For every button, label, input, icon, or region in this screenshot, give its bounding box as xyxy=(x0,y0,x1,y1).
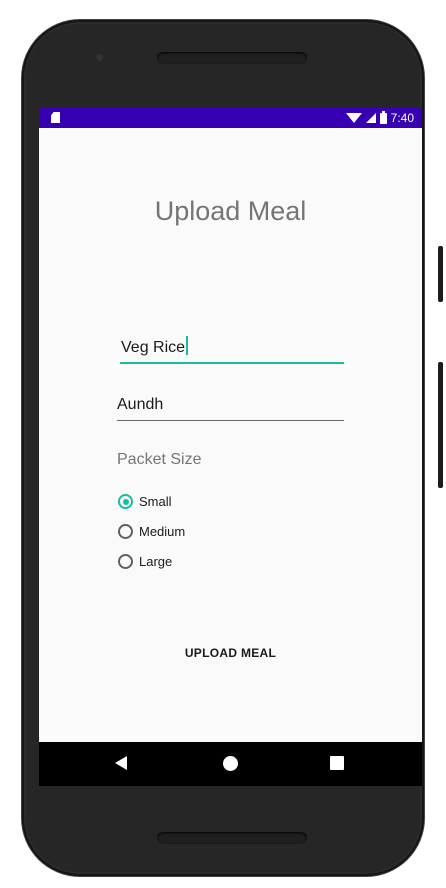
wifi-icon xyxy=(345,113,362,123)
page-title: Upload Meal xyxy=(154,196,307,226)
location-underline xyxy=(117,420,344,421)
top-speaker xyxy=(157,52,307,64)
status-bar: 7:40 xyxy=(39,108,422,128)
volume-button xyxy=(438,246,443,302)
radio-unchecked-icon[interactable] xyxy=(118,554,133,569)
radio-medium-label: Medium xyxy=(139,524,186,539)
radio-large-label: Large xyxy=(139,554,173,569)
radio-small-label: Small xyxy=(139,494,172,509)
navigation-bar xyxy=(39,742,422,786)
app-screen: 7:40 Upload Meal Veg Rice Aundh Packet S… xyxy=(39,108,422,786)
radio-checked-icon[interactable] xyxy=(118,494,133,509)
status-icons: 7:40 xyxy=(345,110,414,126)
text-cursor xyxy=(186,336,188,355)
upload-meal-button[interactable]: UPLOAD MEAL xyxy=(39,646,422,660)
location-field[interactable]: Aundh xyxy=(117,396,344,426)
radio-small[interactable]: Small xyxy=(118,494,172,509)
back-icon[interactable] xyxy=(115,756,127,770)
radio-large[interactable]: Large xyxy=(118,554,172,569)
location-value: Aundh xyxy=(117,396,164,413)
radio-unchecked-icon[interactable] xyxy=(118,524,133,539)
power-button xyxy=(438,362,443,488)
sd-card-icon xyxy=(51,112,60,123)
bottom-speaker xyxy=(157,832,307,844)
battery-icon xyxy=(379,110,387,124)
recents-icon[interactable] xyxy=(330,756,344,770)
front-camera xyxy=(96,54,103,61)
meal-name-value: Veg Rice xyxy=(121,339,186,356)
home-icon[interactable] xyxy=(223,756,238,771)
signal-icon xyxy=(365,113,376,123)
meal-name-field[interactable]: Veg Rice xyxy=(120,336,344,366)
packet-size-label: Packet Size xyxy=(117,451,202,468)
radio-medium[interactable]: Medium xyxy=(118,524,185,539)
meal-name-underline xyxy=(120,362,344,364)
status-time: 7:40 xyxy=(390,111,414,125)
